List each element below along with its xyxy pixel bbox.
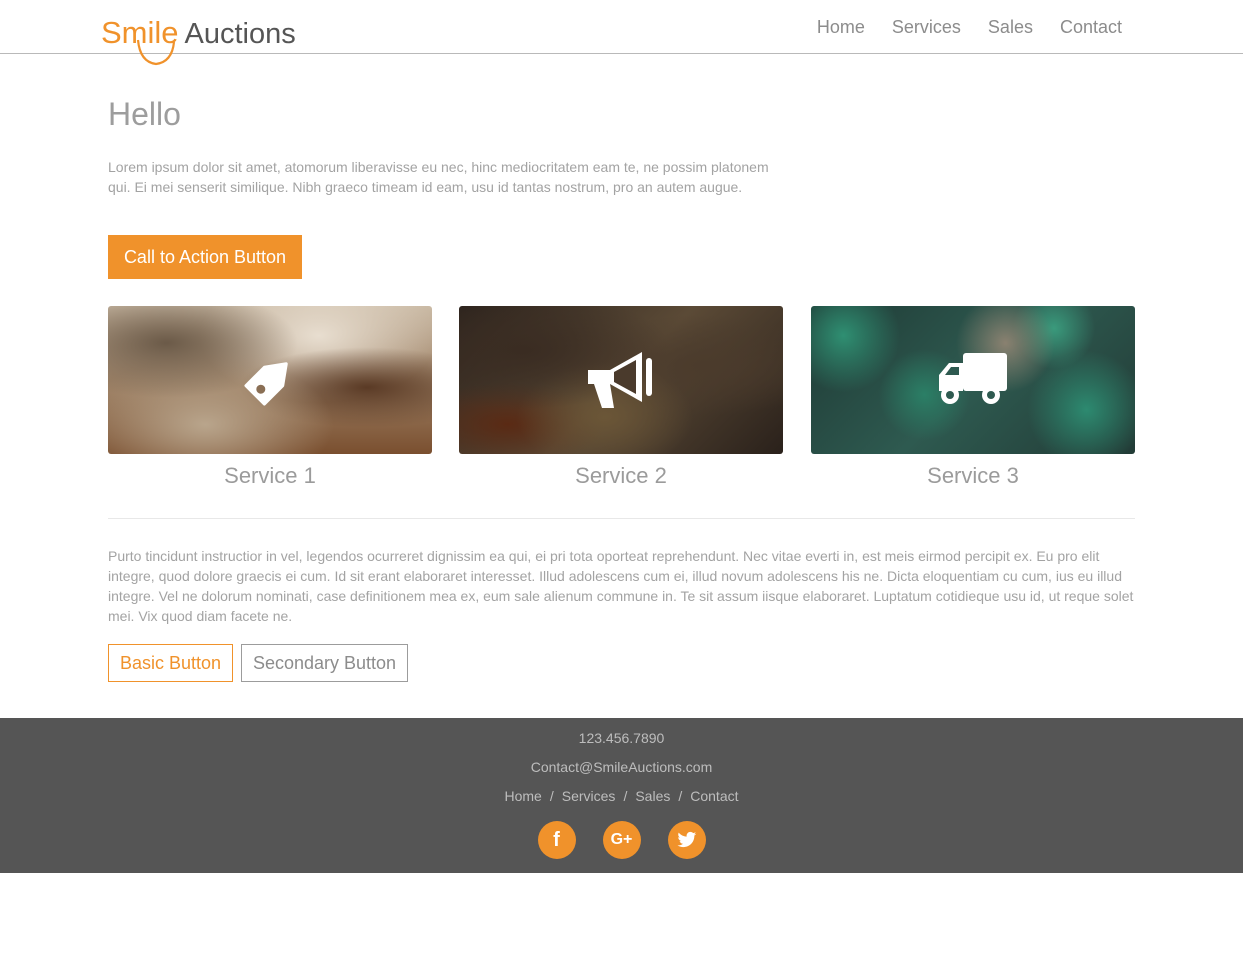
tag-icon	[244, 362, 288, 406]
service-title-1: Service 1	[224, 463, 316, 488]
footer-link-services[interactable]: Services	[562, 788, 616, 804]
footer-link-sales[interactable]: Sales	[635, 788, 670, 804]
megaphone-icon	[588, 352, 652, 408]
call-to-action-button[interactable]: Call to Action Button	[108, 235, 302, 279]
logo[interactable]: Smile Auctions	[101, 14, 296, 70]
footer-link-home[interactable]: Home	[505, 788, 542, 804]
footer-link-contact[interactable]: Contact	[690, 788, 738, 804]
logo-auctions-text: Auctions	[184, 18, 296, 50]
service-card-1[interactable]: Service 1	[108, 306, 432, 489]
facebook-icon[interactable]: f	[537, 821, 576, 859]
truck-icon	[939, 353, 1007, 404]
intro-paragraph: Lorem ipsum dolor sit amet, atomorum lib…	[108, 159, 769, 195]
content-paragraph: Purto tincidunt instructior in vel, lege…	[108, 548, 1134, 624]
service-card-3[interactable]: Service 3	[811, 306, 1135, 489]
nav-contact[interactable]: Contact	[1060, 16, 1122, 38]
service-image-1	[108, 306, 432, 454]
smile-arc-icon	[136, 39, 176, 66]
service-card-2[interactable]: Service 2	[459, 306, 783, 489]
social-links: f G+	[0, 821, 1243, 859]
page-heading: Hello	[108, 96, 181, 132]
google-plus-icon[interactable]: G+	[602, 821, 641, 859]
footer-separator: /	[623, 788, 628, 804]
main-nav: Home Services Sales Contact	[790, 16, 1122, 38]
nav-sales[interactable]: Sales	[988, 16, 1033, 38]
service-title-3: Service 3	[927, 463, 1019, 488]
twitter-icon[interactable]	[667, 821, 706, 859]
service-image-2	[459, 306, 783, 454]
footer-phone[interactable]: 123.456.7890	[0, 730, 1243, 746]
section-divider	[108, 518, 1135, 519]
site-header: Smile Auctions Home Services Sales Conta…	[0, 0, 1243, 66]
secondary-button[interactable]: Secondary Button	[241, 644, 408, 682]
footer-separator: /	[678, 788, 683, 804]
site-footer: 123.456.7890 Contact@SmileAuctions.com H…	[0, 718, 1243, 873]
facebook-glyph: f	[553, 828, 560, 851]
footer-links: Home / Services / Sales / Contact	[0, 788, 1243, 804]
google-plus-glyph: G+	[610, 831, 633, 848]
service-title-2: Service 2	[575, 463, 667, 488]
footer-email[interactable]: Contact@SmileAuctions.com	[0, 759, 1243, 775]
nav-services[interactable]: Services	[892, 16, 961, 38]
basic-button[interactable]: Basic Button	[108, 644, 233, 682]
nav-home[interactable]: Home	[817, 16, 865, 38]
service-image-3	[811, 306, 1135, 454]
footer-separator: /	[549, 788, 554, 804]
twitter-bird-icon	[677, 831, 696, 848]
